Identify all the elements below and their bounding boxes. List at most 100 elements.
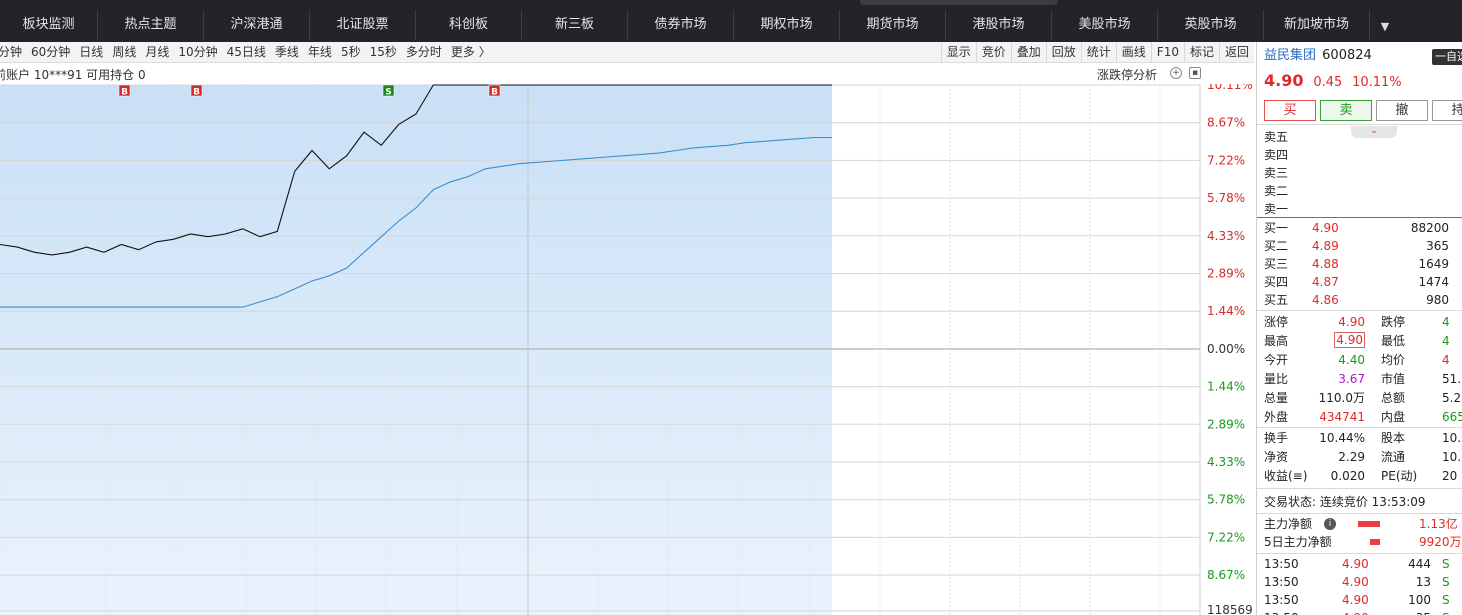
info-icon[interactable]: i [1324, 518, 1336, 530]
stat-value: 4 [1442, 334, 1450, 348]
display-button[interactable]: 显示 [940, 42, 976, 63]
period-weekly[interactable]: 周线 [108, 42, 141, 63]
ask-label: 卖一 [1264, 202, 1289, 216]
y-axis-tick-label: 4.33% [1207, 229, 1245, 243]
period-45day[interactable]: 45日线 [223, 42, 271, 63]
y-axis-tick-label: 1.44% [1207, 304, 1245, 318]
period-more[interactable]: 更多 〉 [447, 42, 496, 63]
add-watchlist-button[interactable]: 一自选 [1432, 49, 1462, 65]
expand-icon[interactable]: + [1170, 67, 1182, 79]
trade-marker-label: B [193, 88, 200, 98]
stat-label: 最低 [1381, 334, 1406, 348]
ask-row[interactable]: 卖五 [1264, 128, 1462, 146]
window-drag-strip[interactable] [860, 0, 1058, 5]
trade-marker-label: S [385, 88, 391, 98]
tick-side: S [1442, 575, 1450, 589]
stat-row: 外盘 434741 内盘 6655 [1257, 408, 1462, 426]
stat-value: 4.90 [1338, 315, 1365, 329]
tab-star-market[interactable]: 科创板 [416, 10, 522, 40]
stat-row: 换手 10.44% 股本 10. [1257, 429, 1462, 447]
buy-button[interactable]: 买 [1264, 100, 1316, 121]
period-yearly[interactable]: 年线 [304, 42, 337, 63]
ask-row[interactable]: 卖二 [1264, 182, 1462, 200]
bid-row[interactable]: 买二 4.89 365 [1257, 237, 1462, 255]
period-quarterly[interactable]: 季线 [271, 42, 304, 63]
stat-value: 110.0万 [1318, 391, 1365, 405]
last-price: 4.90 [1264, 71, 1304, 90]
chevron-down-icon[interactable]: ▼ [1372, 14, 1398, 40]
tab-singapore-market[interactable]: 新加坡市场 [1264, 10, 1370, 40]
sell-button[interactable]: 卖 [1320, 100, 1372, 121]
bid-row[interactable]: 买五 4.86 980 [1257, 291, 1462, 309]
tab-stock-connect[interactable]: 沪深港通 [204, 10, 310, 40]
intraday-chart[interactable]: 10.11% 8.67% 7.22% 5.78% 4.33% 2.89% 1.44% 0.00… [0, 84, 1254, 615]
mark-button[interactable]: 标记 [1183, 42, 1219, 63]
period-daily[interactable]: 日线 [75, 42, 108, 63]
tab-bse-stocks[interactable]: 北证股票 [310, 10, 416, 40]
stat-value: 3.67 [1338, 372, 1365, 386]
stat-row: 总量 110.0万 总额 5.29 [1257, 389, 1462, 407]
y-axis-tick-label: 1.44% [1207, 380, 1245, 394]
tick-price: 4.90 [1342, 557, 1369, 571]
divider [1257, 124, 1462, 125]
bid-price: 4.90 [1312, 221, 1339, 235]
period-1min[interactable]: 分钟 [0, 42, 27, 63]
tick-row: 13:50 4.90 100 S [1257, 591, 1462, 609]
limit-analysis-link[interactable]: 涨跌停分析 [1097, 66, 1157, 83]
tick-row: 13:50 4.90 35 S [1257, 609, 1462, 615]
tab-futures-market[interactable]: 期货市场 [840, 10, 946, 40]
main-flow-5d-bar [1370, 539, 1380, 545]
period-15sec[interactable]: 15秒 [366, 42, 402, 63]
tab-bond-market[interactable]: 债券市场 [628, 10, 734, 40]
bid-row[interactable]: 买四 4.87 1474 [1257, 273, 1462, 291]
tick-time: 13:50 [1264, 593, 1299, 607]
stat-value: 10. [1442, 431, 1462, 445]
stat-label: 收益(≡) [1264, 469, 1308, 483]
f10-button[interactable]: F10 [1150, 42, 1184, 63]
period-monthly[interactable]: 月线 [141, 42, 174, 63]
ask-row[interactable]: 卖一 [1264, 200, 1462, 218]
overlay-button[interactable]: 叠加 [1010, 42, 1046, 63]
tab-hk-market[interactable]: 港股市场 [946, 10, 1052, 40]
stat-row: 今开 4.40 均价 4 [1257, 351, 1462, 369]
tab-options-market[interactable]: 期权市场 [734, 10, 840, 40]
tab-hot-topics[interactable]: 热点主题 [98, 10, 204, 40]
replay-button[interactable]: 回放 [1045, 42, 1081, 63]
divider [1257, 488, 1462, 489]
period-5sec[interactable]: 5秒 [337, 42, 366, 63]
y-axis-tick-label: 7.22% [1207, 530, 1245, 544]
period-60min[interactable]: 60分钟 [27, 42, 75, 63]
bid-row[interactable]: 买一 4.90 88200 [1257, 219, 1462, 237]
stats-button[interactable]: 统计 [1080, 42, 1116, 63]
window-toggle-icon[interactable]: ▪ [1189, 67, 1201, 79]
auction-button[interactable]: 竞价 [975, 42, 1011, 63]
price-change-pct: 10.11% [1352, 75, 1402, 90]
stat-value: 6655 [1442, 410, 1462, 424]
tick-side: S [1442, 593, 1450, 607]
stat-label: 今开 [1264, 353, 1289, 367]
stat-label: 流通 [1381, 450, 1406, 464]
period-10min[interactable]: 10分钟 [174, 42, 222, 63]
tick-volume: 35 [1416, 609, 1431, 615]
tab-neeq[interactable]: 新三板 [522, 10, 628, 40]
tab-uk-market[interactable]: 英股市场 [1158, 10, 1264, 40]
back-button[interactable]: 返回 [1218, 42, 1254, 63]
holdings-button[interactable]: 持 [1432, 100, 1462, 121]
tick-volume: 13 [1415, 575, 1431, 589]
y-axis-tick-label: 8.67% [1207, 116, 1245, 130]
draw-button[interactable]: 画线 [1115, 42, 1151, 63]
tab-sector-monitor[interactable]: 板块监测 [0, 10, 98, 40]
y-axis-tick-label: 2.89% [1207, 267, 1245, 281]
cancel-order-button[interactable]: 撤 [1376, 100, 1428, 121]
ask-row[interactable]: 卖四 [1264, 146, 1462, 164]
tick-volume: 444 [1408, 557, 1431, 571]
stat-value: 4.90 [1334, 332, 1365, 348]
ask-row[interactable]: 卖三 [1264, 164, 1462, 182]
period-multi-day[interactable]: 多分时 [402, 42, 447, 63]
volume-axis-label: 118569 [1207, 603, 1253, 615]
divider [1257, 513, 1462, 514]
tab-us-market[interactable]: 美股市场 [1052, 10, 1158, 40]
tick-side: S [1442, 557, 1450, 571]
bid-row[interactable]: 买三 4.88 1649 [1257, 255, 1462, 273]
tick-time: 13:50 [1264, 609, 1299, 615]
